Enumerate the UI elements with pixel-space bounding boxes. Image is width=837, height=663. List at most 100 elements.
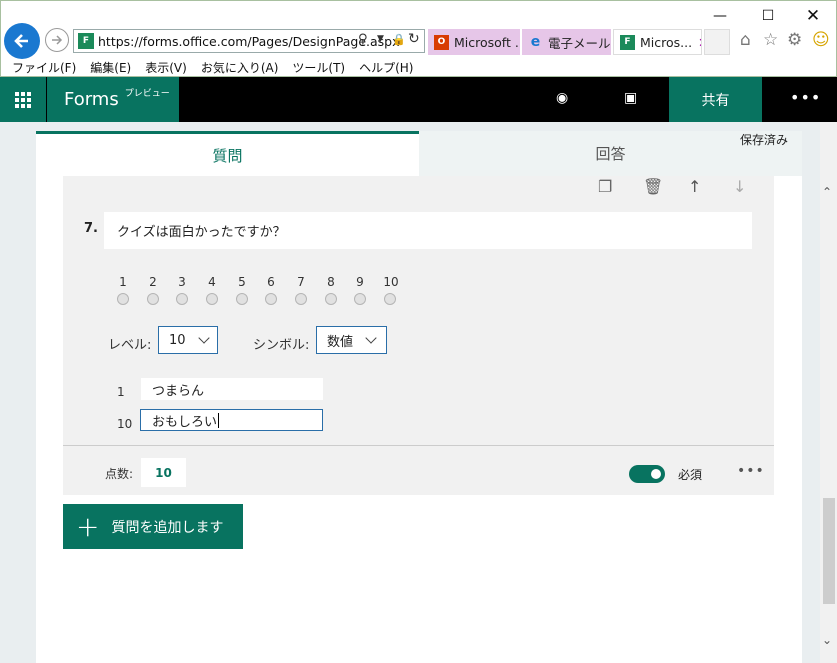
rating-number: 10 xyxy=(383,275,399,289)
back-button[interactable] xyxy=(4,23,40,59)
browser-tab-1[interactable]: O Microsoft ... xyxy=(428,29,520,55)
low-end-label-text: つまらん xyxy=(152,383,205,399)
tab-responses-label: 回答 xyxy=(595,145,626,163)
saved-status: 保存済み xyxy=(740,133,789,147)
rating-number: 2 xyxy=(149,275,157,289)
rating-number: 7 xyxy=(297,275,305,289)
scroll-down-chevron-icon[interactable]: ⌄ xyxy=(822,633,832,647)
minimize-button[interactable]: — xyxy=(698,1,742,31)
level-value: 10 xyxy=(169,332,186,348)
preview-eye-icon[interactable]: ◉ xyxy=(556,90,568,106)
tab-label: Micros... xyxy=(640,34,693,50)
browser-tab-2[interactable]: e 電子メール... xyxy=(522,29,611,55)
rating-radio[interactable] xyxy=(295,293,307,305)
forms-icon: F xyxy=(620,34,635,50)
scrollbar-thumb[interactable] xyxy=(823,498,835,604)
forward-button[interactable] xyxy=(45,28,69,52)
symbol-value: 数値 xyxy=(327,334,354,350)
low-end-label-input[interactable]: つまらん xyxy=(141,378,323,400)
back-arrow-icon xyxy=(14,34,28,48)
rating-number: 3 xyxy=(178,275,186,289)
add-question-label: 質問を追加します xyxy=(111,519,224,536)
question-number: 7. xyxy=(84,221,98,236)
menu-view[interactable]: 表示(V) xyxy=(145,59,187,76)
share-button[interactable]: 共有 xyxy=(669,77,762,122)
chevron-down-icon xyxy=(197,332,210,344)
rating-radio[interactable] xyxy=(206,293,218,305)
rating-radio[interactable] xyxy=(236,293,248,305)
chevron-down-icon xyxy=(365,332,377,344)
dropdown-chevron-icon[interactable]: ▼ xyxy=(377,34,384,44)
add-question-button[interactable]: + 質問を追加します xyxy=(63,504,243,549)
rating-radio[interactable] xyxy=(147,293,159,305)
browser-tab-3[interactable]: F Micros... ✕ xyxy=(613,29,702,55)
rating-number: 6 xyxy=(267,275,275,289)
rating-radio[interactable] xyxy=(265,293,277,305)
more-options-icon[interactable]: ••• xyxy=(790,88,821,107)
browser-chrome: — ☐ ✕ F https://forms.office.com/Pages/D… xyxy=(0,0,837,77)
menu-favorites[interactable]: お気に入り(A) xyxy=(201,59,279,76)
ie-icon: e xyxy=(530,34,541,50)
share-label: 共有 xyxy=(701,92,730,109)
search-icon[interactable]: ⚲ xyxy=(358,32,368,47)
menu-bar: ファイル(F) 編集(E) 表示(V) お気に入り(A) ツール(T) ヘルプ(… xyxy=(2,57,837,77)
copy-question-icon[interactable]: ❐ xyxy=(598,177,612,196)
menu-file[interactable]: ファイル(F) xyxy=(12,59,76,76)
level-select[interactable]: 10 xyxy=(158,326,218,354)
address-bar[interactable]: F https://forms.office.com/Pages/DesignP… xyxy=(73,29,425,53)
plus-icon: + xyxy=(76,509,100,543)
rating-radio[interactable] xyxy=(354,293,366,305)
refresh-icon[interactable]: ↻ xyxy=(408,31,420,47)
high-end-label-input[interactable]: おもしろい xyxy=(140,409,323,431)
symbol-select[interactable]: 数値 xyxy=(316,326,387,354)
url-text: https://forms.office.com/Pages/DesignPag… xyxy=(98,33,400,49)
theme-brush-icon[interactable]: ▣ xyxy=(624,90,637,106)
menu-help[interactable]: ヘルプ(H) xyxy=(359,59,413,76)
toggle-knob xyxy=(651,469,661,479)
question-title-text: クイズは面白かったですか？ xyxy=(117,225,286,240)
waffle-icon xyxy=(15,91,31,108)
menu-edit[interactable]: 編集(E) xyxy=(90,59,131,76)
rating-number: 4 xyxy=(208,275,216,289)
high-end-number: 10 xyxy=(117,417,133,431)
tab-questions[interactable]: 質問 xyxy=(36,131,419,176)
points-input[interactable]: 10 xyxy=(141,458,186,487)
close-window-button[interactable]: ✕ xyxy=(791,1,835,31)
app-launcher-button[interactable] xyxy=(0,77,46,122)
rating-radio[interactable] xyxy=(384,293,396,305)
move-down-arrow-icon[interactable]: ↓ xyxy=(733,177,746,196)
required-label: 必須 xyxy=(678,468,703,482)
rating-radio[interactable] xyxy=(325,293,337,305)
question-title-input[interactable]: クイズは面白かったですか？ xyxy=(104,212,752,249)
high-end-label-text: おもしろい xyxy=(152,414,218,430)
level-label: レベル: xyxy=(108,338,152,353)
office-icon: O xyxy=(434,34,449,50)
forms-header: Forms プレビュー ◉ ▣ 共有 ••• xyxy=(0,77,837,122)
delete-trash-icon[interactable]: 🗑 xyxy=(643,177,663,196)
preview-badge: プレビュー xyxy=(124,89,170,99)
question-more-icon[interactable]: ••• xyxy=(737,463,765,479)
symbol-label: シンボル: xyxy=(253,338,310,353)
tab-label: Microsoft ... xyxy=(454,34,520,50)
text-cursor xyxy=(218,412,220,428)
new-tab-button[interactable] xyxy=(704,29,730,55)
menu-tools[interactable]: ツール(T) xyxy=(292,59,345,76)
rating-number: 8 xyxy=(327,275,335,289)
points-value: 10 xyxy=(155,465,172,480)
maximize-button[interactable]: ☐ xyxy=(746,1,790,31)
rating-radio[interactable] xyxy=(117,293,129,305)
move-up-arrow-icon[interactable]: ↑ xyxy=(688,177,701,196)
close-tab-icon[interactable]: ✕ xyxy=(698,35,701,50)
forms-favicon-icon: F xyxy=(78,33,94,49)
app-title: Forms プレビュー xyxy=(47,77,179,122)
forward-arrow-icon xyxy=(52,35,63,45)
scroll-up-chevron-icon[interactable]: ⌃ xyxy=(822,185,832,199)
low-end-number: 1 xyxy=(117,385,125,399)
favorites-star-icon[interactable]: ☆ xyxy=(763,30,778,50)
rating-number: 1 xyxy=(119,275,127,289)
rating-radio[interactable] xyxy=(176,293,188,305)
settings-gear-icon[interactable]: ⚙ xyxy=(787,30,802,50)
home-icon[interactable]: ⌂ xyxy=(740,30,751,50)
feedback-smiley-icon[interactable]: ☺ xyxy=(812,30,830,50)
points-label: 点数: xyxy=(105,467,134,481)
